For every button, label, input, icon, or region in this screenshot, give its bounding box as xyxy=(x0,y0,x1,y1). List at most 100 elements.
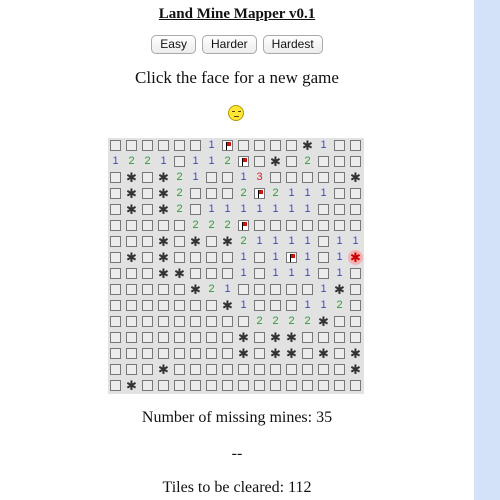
hidden-tile[interactable] xyxy=(318,156,329,167)
hidden-tile[interactable] xyxy=(110,188,121,199)
hidden-tile[interactable] xyxy=(142,364,153,375)
hidden-tile[interactable] xyxy=(142,300,153,311)
hidden-tile[interactable] xyxy=(254,268,265,279)
hidden-tile[interactable] xyxy=(350,188,361,199)
hidden-tile[interactable] xyxy=(126,300,137,311)
hidden-tile[interactable] xyxy=(334,204,345,215)
hidden-tile[interactable] xyxy=(334,332,345,343)
hidden-tile[interactable] xyxy=(254,284,265,295)
hidden-tile[interactable] xyxy=(238,380,249,391)
hidden-tile[interactable] xyxy=(334,188,345,199)
hidden-tile[interactable] xyxy=(158,316,169,327)
hidden-tile[interactable] xyxy=(334,156,345,167)
hidden-tile[interactable] xyxy=(126,348,137,359)
hidden-tile[interactable] xyxy=(254,332,265,343)
hidden-tile[interactable] xyxy=(222,348,233,359)
hidden-tile[interactable] xyxy=(190,364,201,375)
hidden-tile[interactable] xyxy=(110,204,121,215)
hidden-tile[interactable] xyxy=(302,348,313,359)
hidden-tile[interactable] xyxy=(270,300,281,311)
hidden-tile[interactable] xyxy=(110,300,121,311)
hidden-tile[interactable] xyxy=(206,252,217,263)
hidden-tile[interactable] xyxy=(142,204,153,215)
hidden-tile[interactable] xyxy=(238,140,249,151)
hidden-tile[interactable] xyxy=(222,172,233,183)
hidden-tile[interactable] xyxy=(142,188,153,199)
hidden-tile[interactable] xyxy=(126,364,137,375)
easy-button[interactable]: Easy xyxy=(151,35,196,54)
hidden-tile[interactable] xyxy=(174,364,185,375)
hidden-tile[interactable] xyxy=(110,268,121,279)
hidden-tile[interactable] xyxy=(350,316,361,327)
hidden-tile[interactable] xyxy=(334,380,345,391)
hidden-tile[interactable] xyxy=(270,364,281,375)
hidden-tile[interactable] xyxy=(222,252,233,263)
hidden-tile[interactable] xyxy=(206,188,217,199)
hidden-tile[interactable] xyxy=(254,380,265,391)
hidden-tile[interactable] xyxy=(254,252,265,263)
hidden-tile[interactable] xyxy=(158,348,169,359)
hidden-tile[interactable] xyxy=(110,220,121,231)
hidden-tile[interactable] xyxy=(302,380,313,391)
hidden-tile[interactable] xyxy=(254,140,265,151)
hidden-tile[interactable] xyxy=(110,284,121,295)
hidden-tile[interactable] xyxy=(222,380,233,391)
hidden-tile[interactable] xyxy=(318,332,329,343)
hidden-tile[interactable] xyxy=(190,252,201,263)
hidden-tile[interactable] xyxy=(142,236,153,247)
hidden-tile[interactable] xyxy=(318,204,329,215)
hidden-tile[interactable] xyxy=(350,268,361,279)
hidden-tile[interactable] xyxy=(222,332,233,343)
hidden-tile[interactable] xyxy=(110,172,121,183)
hidden-tile[interactable] xyxy=(302,220,313,231)
hidden-tile[interactable] xyxy=(350,332,361,343)
hidden-tile[interactable] xyxy=(350,284,361,295)
hidden-tile[interactable] xyxy=(174,140,185,151)
new-game-face-icon[interactable] xyxy=(228,105,244,121)
hidden-tile[interactable] xyxy=(126,332,137,343)
hidden-tile[interactable] xyxy=(158,332,169,343)
hidden-tile[interactable] xyxy=(286,220,297,231)
hidden-tile[interactable] xyxy=(206,380,217,391)
hidden-tile[interactable] xyxy=(190,268,201,279)
hidden-tile[interactable] xyxy=(286,284,297,295)
hidden-tile[interactable] xyxy=(158,380,169,391)
hidden-tile[interactable] xyxy=(286,300,297,311)
hidden-tile[interactable] xyxy=(254,364,265,375)
hidden-tile[interactable] xyxy=(206,236,217,247)
hidden-tile[interactable] xyxy=(126,316,137,327)
hidden-tile[interactable] xyxy=(110,252,121,263)
hidden-tile[interactable] xyxy=(286,156,297,167)
hidden-tile[interactable] xyxy=(350,380,361,391)
flag-icon[interactable] xyxy=(254,188,265,199)
hidden-tile[interactable] xyxy=(206,316,217,327)
hidden-tile[interactable] xyxy=(334,316,345,327)
hidden-tile[interactable] xyxy=(126,236,137,247)
flag-icon[interactable] xyxy=(238,156,249,167)
hardest-button[interactable]: Hardest xyxy=(262,35,323,54)
hidden-tile[interactable] xyxy=(222,188,233,199)
hidden-tile[interactable] xyxy=(174,380,185,391)
hidden-tile[interactable] xyxy=(222,364,233,375)
hidden-tile[interactable] xyxy=(350,140,361,151)
hidden-tile[interactable] xyxy=(110,140,121,151)
hidden-tile[interactable] xyxy=(206,332,217,343)
hidden-tile[interactable] xyxy=(142,220,153,231)
hidden-tile[interactable] xyxy=(302,364,313,375)
hidden-tile[interactable] xyxy=(190,380,201,391)
hidden-tile[interactable] xyxy=(286,380,297,391)
hidden-tile[interactable] xyxy=(158,300,169,311)
hidden-tile[interactable] xyxy=(126,140,137,151)
hidden-tile[interactable] xyxy=(142,284,153,295)
hidden-tile[interactable] xyxy=(238,284,249,295)
hidden-tile[interactable] xyxy=(302,172,313,183)
hidden-tile[interactable] xyxy=(254,156,265,167)
hidden-tile[interactable] xyxy=(334,172,345,183)
hidden-tile[interactable] xyxy=(350,204,361,215)
hidden-tile[interactable] xyxy=(174,332,185,343)
hidden-tile[interactable] xyxy=(142,172,153,183)
hidden-tile[interactable] xyxy=(206,348,217,359)
hidden-tile[interactable] xyxy=(302,332,313,343)
hidden-tile[interactable] xyxy=(142,268,153,279)
hidden-tile[interactable] xyxy=(142,316,153,327)
